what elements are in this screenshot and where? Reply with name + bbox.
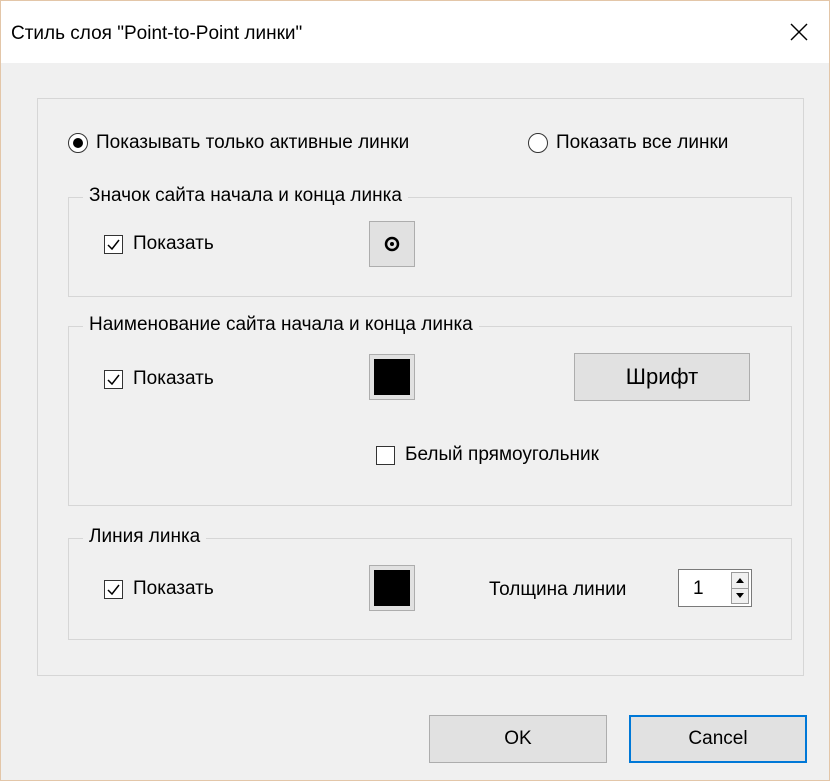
target-circle-icon [384,236,400,252]
dialog-window: Стиль слоя "Point-to-Point линки" Показы… [0,0,830,781]
site-name-show-label: Показать [133,368,214,389]
link-line-show-checkbox[interactable]: Показать [104,578,214,600]
link-line-color-button[interactable] [369,565,415,611]
checkmark-icon [107,374,120,385]
site-icon-groupbox: Значок сайта начала и конца линка Показа… [68,185,792,297]
site-icon-group-title: Значок сайта начала и конца линка [83,185,408,207]
checkbox-box [104,579,123,599]
link-line-group-title: Линия линка [83,526,207,548]
title-bar: Стиль слоя "Point-to-Point линки" [1,1,829,63]
close-icon [790,23,808,41]
checkmark-icon [107,584,120,595]
line-thickness-value: 1 [693,578,704,599]
line-thickness-spinner[interactable]: 1 [678,569,752,607]
site-name-group-title: Наименование сайта начала и конца линка [83,314,479,336]
site-name-color-swatch [374,359,410,395]
site-icon-show-checkbox[interactable]: Показать [104,233,214,255]
ok-button[interactable]: OK [429,715,607,763]
white-rectangle-checkbox[interactable]: Белый прямоугольник [376,444,599,466]
site-name-color-button[interactable] [369,354,415,400]
link-line-groupbox: Линия линка Показать Толщина линии 1 [68,526,792,640]
checkbox-box [104,369,123,389]
close-button[interactable] [769,1,829,63]
arrow-up-icon [736,577,744,583]
spinner-down-button[interactable] [732,589,748,604]
line-thickness-label: Толщина линии [489,579,627,600]
settings-panel: Показывать только активные линки Показат… [37,98,804,676]
white-rectangle-label: Белый прямоугольник [405,444,599,465]
radio-show-active-links[interactable]: Показывать только активные линки [68,132,409,154]
window-title: Стиль слоя "Point-to-Point линки" [11,23,303,44]
site-name-show-checkbox[interactable]: Показать [104,368,214,390]
spinner-up-button[interactable] [732,573,748,589]
site-name-groupbox: Наименование сайта начала и конца линка … [68,314,792,506]
spinner-arrows [731,572,749,604]
checkbox-box [376,445,395,465]
link-line-show-label: Показать [133,578,214,599]
checkmark-icon [107,239,120,250]
checkbox-box [104,234,123,254]
radio-unchecked-indicator [528,133,548,153]
radio-show-all-links-label: Показать все линки [556,132,729,153]
site-icon-show-label: Показать [133,233,214,254]
radio-show-active-links-label: Показывать только активные линки [96,132,410,153]
arrow-down-icon [736,593,744,599]
radio-show-all-links[interactable]: Показать все линки [528,132,728,154]
link-line-color-swatch [374,570,410,606]
cancel-button[interactable]: Cancel [629,715,807,763]
radio-checked-indicator [68,133,88,153]
font-button[interactable]: Шрифт [574,353,750,401]
site-icon-picker-button[interactable] [369,221,415,267]
